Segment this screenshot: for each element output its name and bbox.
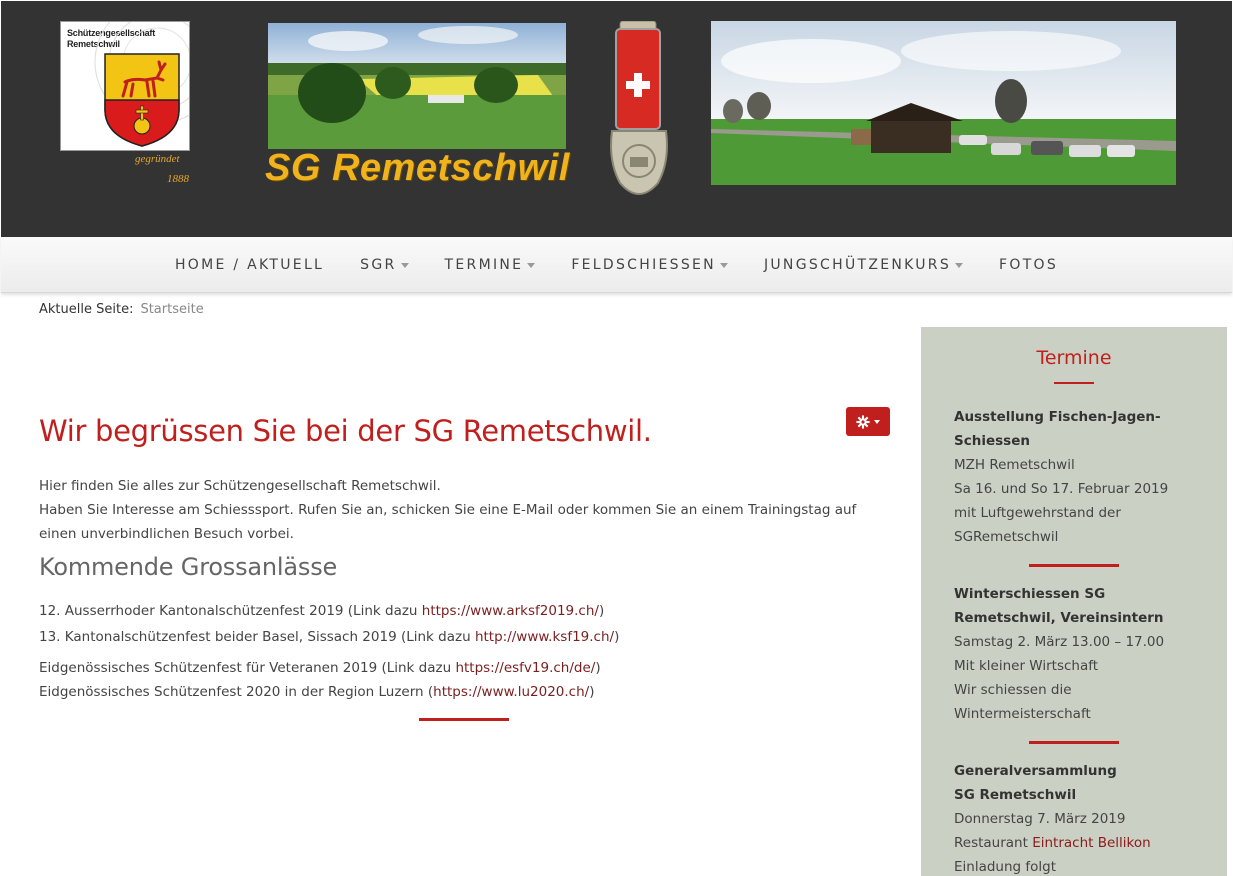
upcoming-heading: Kommende Grossanlässe [39, 553, 338, 581]
nav-item-termine[interactable]: TERMINE [427, 257, 554, 273]
upcoming-list: 12. Ausserrhoder Kantonalschützenfest 20… [39, 598, 619, 650]
list-item-link[interactable]: https://www.arksf2019.ch/ [422, 603, 599, 619]
event-title: Winterschiessen SG Remetschwil, Vereinsi… [954, 586, 1164, 626]
caret-down-icon [719, 262, 728, 268]
intro-line: Hier finden Sie alles zur Schützengesell… [39, 478, 441, 494]
event-line: Restaurant Eintracht Bellikon [954, 831, 1214, 855]
main-navigation: HOME / AKTUELL SGR TERMINE FELDSCHIESSEN… [1, 237, 1232, 293]
clubhouse-photo [711, 21, 1176, 185]
brand-title[interactable]: SG Remetschwil [265, 147, 570, 190]
event-line: Donnerstag 7. März 2019 [954, 811, 1126, 827]
gear-icon [856, 414, 870, 429]
logo-founded: gegründet [135, 153, 180, 165]
coat-of-arms-icon [94, 22, 189, 147]
nav-item-label: HOME / AKTUELL [174, 257, 325, 273]
list-item: 12. Ausserrhoder Kantonalschützenfest 20… [39, 598, 619, 624]
event-suffix: ) [595, 660, 601, 676]
event-suffix: ) [589, 684, 595, 700]
page-title: Wir begrüssen Sie bei der SG Remetschwil… [39, 414, 652, 448]
event-item: Winterschiessen SG Remetschwil, Vereinsi… [954, 582, 1214, 726]
event-line: Eidgenössisches Schützenfest 2020 in der… [39, 680, 601, 704]
article-tools-button[interactable] [846, 407, 890, 436]
club-logo[interactable]: Schützengesellschaft Remetschwil [60, 21, 190, 151]
event-link[interactable]: https://esfv19.ch/de/ [455, 660, 595, 676]
list-item-text: 13. Kantonalschützenfest beider Basel, S… [39, 629, 475, 645]
list-item-suffix: ) [614, 629, 620, 645]
nav-item-label: TERMINE [444, 257, 524, 273]
logo-year: 1888 [167, 173, 189, 185]
shooting-range-photo [268, 23, 566, 149]
event-line: Samstag 2. März 13.00 – 17.00 [954, 634, 1165, 650]
federal-events: Eidgenössisches Schützenfest für Veteran… [39, 656, 601, 704]
restaurant-link[interactable]: Eintracht Bellikon [1032, 835, 1151, 851]
event-line: Wir schiessen die [954, 682, 1072, 698]
event-line: SGRemetschwil [954, 529, 1059, 545]
nav-item-fotos[interactable]: FOTOS [981, 257, 1076, 273]
event-line: Wintermeisterschaft [954, 706, 1091, 722]
event-line: MZH Remetschwil [954, 457, 1075, 473]
nav-item-feldschiessen[interactable]: FELDSCHIESSEN [553, 257, 746, 273]
event-text: Eidgenössisches Schützenfest für Veteran… [39, 660, 456, 676]
event-line: mit Luftgewehrstand der [954, 505, 1121, 521]
site-header: Schützengesellschaft Remetschwil gegründ… [1, 1, 1232, 237]
nav-item-label: FOTOS [999, 257, 1059, 273]
content-divider [419, 718, 509, 721]
breadcrumb: Aktuelle Seite: Startseite [39, 302, 204, 317]
nav-item-label: FELDSCHIESSEN [571, 257, 716, 273]
caret-down-icon [874, 419, 880, 424]
list-item: 13. Kantonalschützenfest beider Basel, S… [39, 624, 619, 650]
medal-icon [606, 20, 672, 205]
nav-item-sgr[interactable]: SGR [342, 257, 426, 273]
caret-down-icon [400, 262, 409, 268]
breadcrumb-current[interactable]: Startseite [140, 302, 203, 317]
caret-down-icon [527, 262, 536, 268]
event-line: Mit kleiner Wirtschaft [954, 658, 1099, 674]
event-title: Generalversammlung SG Remetschwil [954, 763, 1117, 803]
event-link[interactable]: https://www.lu2020.ch/ [433, 684, 589, 700]
caret-down-icon [955, 262, 964, 268]
nav-item-home[interactable]: HOME / AKTUELL [157, 257, 342, 273]
intro-text: Hier finden Sie alles zur Schützengesell… [39, 474, 879, 546]
list-item-text: 12. Ausserrhoder Kantonalschützenfest 20… [39, 603, 422, 619]
nav-item-label: SGR [360, 257, 397, 273]
breadcrumb-label: Aktuelle Seite: [39, 302, 134, 317]
list-item-suffix: ) [598, 603, 605, 619]
sidebar-title-divider [1054, 382, 1094, 384]
nav-items: HOME / AKTUELL SGR TERMINE FELDSCHIESSEN… [1, 237, 1232, 293]
restaurant-label: Restaurant [954, 835, 1033, 851]
nav-item-jungschuetzenkurs[interactable]: JUNGSCHÜTZENKURS [746, 257, 981, 273]
event-divider [1029, 741, 1119, 744]
intro-line: Haben Sie Interesse am Schiesssport. Ruf… [39, 502, 857, 542]
sidebar-events: Ausstellung Fischen-Jagen-Schiessen MZH … [954, 405, 1214, 876]
event-line: Einladung folgt [954, 859, 1057, 875]
nav-item-label: JUNGSCHÜTZENKURS [763, 257, 952, 273]
event-item: Ausstellung Fischen-Jagen-Schiessen MZH … [954, 405, 1214, 549]
event-line: Sa 16. und So 17. Februar 2019 [954, 481, 1169, 497]
list-item-link[interactable]: http://www.ksf19.ch/ [475, 629, 614, 645]
sidebar-title: Termine [1036, 347, 1112, 369]
event-divider [1029, 564, 1119, 567]
event-line: Eidgenössisches Schützenfest für Veteran… [39, 656, 601, 680]
event-item: Generalversammlung SG Remetschwil Donner… [954, 759, 1214, 876]
event-text: Eidgenössisches Schützenfest 2020 in der… [39, 684, 434, 700]
event-title: Ausstellung Fischen-Jagen-Schiessen [954, 409, 1161, 449]
